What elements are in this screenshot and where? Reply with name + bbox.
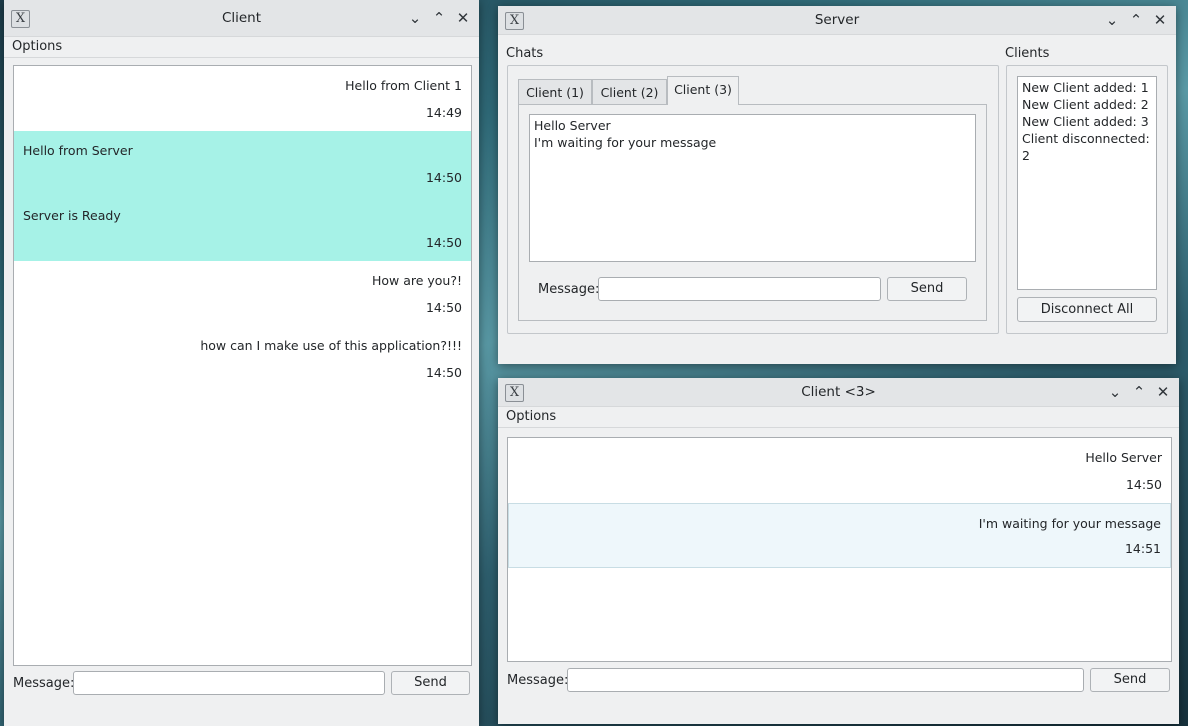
message-time: 14:49 [425,105,462,120]
chevron-up-icon[interactable]: ⌃ [1124,8,1148,32]
tab-client-1[interactable]: Client (1) [518,79,592,105]
message-time: 14:50 [425,300,462,315]
message-input[interactable] [598,277,881,301]
client3-titlebar[interactable]: X Client <3> ⌄ ⌃ ✕ [498,378,1179,407]
message-time: 14:50 [425,365,462,380]
message-item: how can I make use of this application?!… [14,326,471,391]
server-titlebar[interactable]: X Server ⌄ ⌃ ✕ [498,6,1176,35]
message-text: Hello from Client 1 [345,78,462,93]
message-item: Server is Ready 14:50 [14,196,471,261]
clients-log[interactable]: New Client added: 1 New Client added: 2 … [1017,76,1157,290]
message-text: how can I make use of this application?!… [200,338,462,353]
message-item: Hello from Server 14:50 [14,131,471,196]
chat-log[interactable]: Hello Server I'm waiting for your messag… [529,114,976,262]
client-window: X Client ⌄ ⌃ ✕ Options Hello from Client… [4,0,479,726]
message-input[interactable] [73,671,385,695]
message-text: Hello Server [1085,450,1162,465]
close-icon[interactable]: ✕ [1151,380,1175,404]
message-time: 14:50 [1125,477,1162,492]
close-icon[interactable]: ✕ [451,6,475,30]
message-time: 14:50 [425,235,462,250]
message-view[interactable]: Hello Server 14:50 I'm waiting for your … [507,437,1172,662]
menubar: Options [4,37,479,58]
tab-client-2[interactable]: Client (2) [592,79,667,105]
close-icon[interactable]: ✕ [1148,8,1172,32]
message-input[interactable] [567,668,1084,692]
chevron-up-icon[interactable]: ⌃ [427,6,451,30]
menubar: Options [498,407,1179,428]
client-titlebar[interactable]: X Client ⌄ ⌃ ✕ [4,0,479,37]
message-label: Message: [13,676,75,691]
client3-window: X Client <3> ⌄ ⌃ ✕ Options Hello Server … [498,378,1179,724]
send-button[interactable]: Send [1090,668,1170,692]
chevron-down-icon[interactable]: ⌄ [1103,380,1127,404]
message-item: I'm waiting for your message 14:51 [508,503,1171,568]
message-text: I'm waiting for your message [978,516,1161,531]
log-line: New Client added: 2 [1022,97,1149,112]
message-time: 14:51 [1124,541,1161,556]
message-item: Hello from Client 1 14:49 [14,66,471,131]
send-button[interactable]: Send [391,671,470,695]
window-title: Client <3> [801,384,876,400]
message-time: 14:50 [425,170,462,185]
message-text: Server is Ready [23,208,121,223]
chats-label: Chats [506,46,544,61]
message-item: Hello Server 14:50 [508,438,1171,503]
log-line: Client disconnected: 2 [1022,131,1150,163]
disconnect-all-button[interactable]: Disconnect All [1017,297,1157,322]
message-text: How are you?! [371,273,462,288]
server-window: X Server ⌄ ⌃ ✕ Chats Clients Client (1) … [498,6,1176,364]
send-button[interactable]: Send [887,277,967,301]
message-text: Hello from Server [23,143,133,158]
message-label: Message: [538,282,600,297]
message-view[interactable]: Hello from Client 1 14:49 Hello from Ser… [13,65,472,666]
chat-line: I'm waiting for your message [534,135,717,150]
chat-line: Hello Server [534,118,611,133]
chevron-up-icon[interactable]: ⌃ [1127,380,1151,404]
window-title: Server [814,12,860,28]
menu-options[interactable]: Options [12,39,62,54]
log-line: New Client added: 3 [1022,114,1149,129]
menu-options[interactable]: Options [506,409,556,424]
message-item: How are you?! 14:50 [14,261,471,326]
clients-label: Clients [1005,46,1050,61]
message-label: Message: [507,673,569,688]
chevron-down-icon[interactable]: ⌄ [1100,8,1124,32]
chevron-down-icon[interactable]: ⌄ [403,6,427,30]
tab-client-3[interactable]: Client (3) [667,76,739,105]
log-line: New Client added: 1 [1022,80,1149,95]
